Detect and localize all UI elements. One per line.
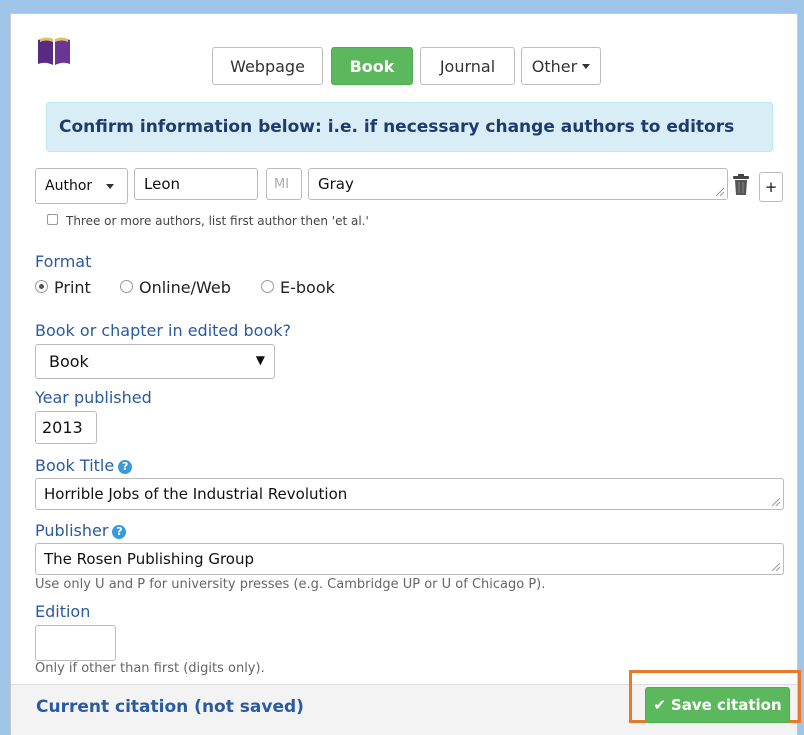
tab-webpage-label: Webpage <box>230 56 305 76</box>
publisher-value: The Rosen Publishing Group <box>44 550 255 568</box>
book-type-select[interactable]: Book ▼ <box>35 344 275 379</box>
author-first-name-input[interactable]: Leon <box>134 168 258 200</box>
save-citation-label: Save citation <box>670 696 782 714</box>
resize-grip-icon <box>772 563 780 571</box>
edition-label: Edition <box>35 602 91 621</box>
tab-webpage[interactable]: Webpage <box>212 47 323 85</box>
author-last-name-input[interactable]: Gray <box>308 168 728 200</box>
resize-grip-icon <box>716 188 724 196</box>
add-author-label: + <box>764 178 778 196</box>
tab-other-dropdown[interactable]: Other <box>521 47 601 85</box>
tab-journal-label: Journal <box>439 56 496 76</box>
author-last-name-value: Gray <box>318 175 354 193</box>
resize-grip-icon <box>772 498 780 506</box>
publisher-label-text: Publisher <box>35 521 109 540</box>
publisher-label: Publisher? <box>35 521 127 540</box>
checkmark-icon: ✔ <box>653 696 666 714</box>
tab-book[interactable]: Book <box>331 47 413 85</box>
year-value: 2013 <box>42 418 83 437</box>
book-icon <box>38 37 70 65</box>
save-citation-button[interactable]: ✔ Save citation <box>645 687 790 723</box>
chevron-down-icon <box>106 183 115 189</box>
format-label-online: Online/Web <box>139 278 231 297</box>
author-role-value: Author <box>45 178 93 194</box>
format-radio-online[interactable] <box>120 280 133 293</box>
author-role-select[interactable]: Author <box>35 168 128 204</box>
format-label-ebook: E-book <box>280 278 335 297</box>
current-citation-title: Current citation (not saved) <box>36 697 304 717</box>
book-type-label: Book or chapter in edited book? <box>35 321 292 340</box>
help-icon[interactable]: ? <box>112 524 127 539</box>
format-radio-print[interactable] <box>35 280 48 293</box>
publisher-hint: Use only U and P for university presses … <box>35 577 546 592</box>
tab-other-label: Other <box>531 56 578 76</box>
format-radio-ebook[interactable] <box>261 280 274 293</box>
citation-panel: Webpage Book Journal Other Confirm infor… <box>10 13 798 735</box>
tab-book-label: Book <box>349 56 395 76</box>
book-title-input[interactable]: Horrible Jobs of the Industrial Revoluti… <box>35 478 784 510</box>
help-icon[interactable]: ? <box>118 459 133 474</box>
publisher-input[interactable]: The Rosen Publishing Group <box>35 543 784 575</box>
tab-journal[interactable]: Journal <box>420 47 515 85</box>
format-label: Format <box>35 252 92 271</box>
chevron-down-icon <box>582 63 591 69</box>
book-title-value: Horrible Jobs of the Industrial Revoluti… <box>44 485 348 503</box>
book-title-label-text: Book Title <box>35 456 115 475</box>
edition-hint: Only if other than first (digits only). <box>35 661 265 676</box>
format-label-print: Print <box>54 278 91 297</box>
add-author-button[interactable]: + <box>759 172 783 202</box>
dropdown-arrow-icon: ▼ <box>255 353 265 367</box>
author-first-name-value: Leon <box>144 175 181 193</box>
author-mi-placeholder: MI <box>274 176 290 192</box>
info-message: Confirm information below: i.e. if neces… <box>59 117 735 137</box>
et-al-checkbox[interactable] <box>47 214 58 225</box>
et-al-label: Three or more authors, list first author… <box>66 214 369 228</box>
edition-input[interactable] <box>35 625 116 661</box>
author-middle-initial-input[interactable]: MI <box>266 168 302 200</box>
book-type-value: Book <box>49 352 89 371</box>
year-input[interactable]: 2013 <box>35 411 97 444</box>
year-label: Year published <box>35 388 152 407</box>
trash-icon[interactable] <box>732 174 750 196</box>
info-banner: Confirm information below: i.e. if neces… <box>46 102 773 152</box>
book-title-label: Book Title? <box>35 456 133 475</box>
